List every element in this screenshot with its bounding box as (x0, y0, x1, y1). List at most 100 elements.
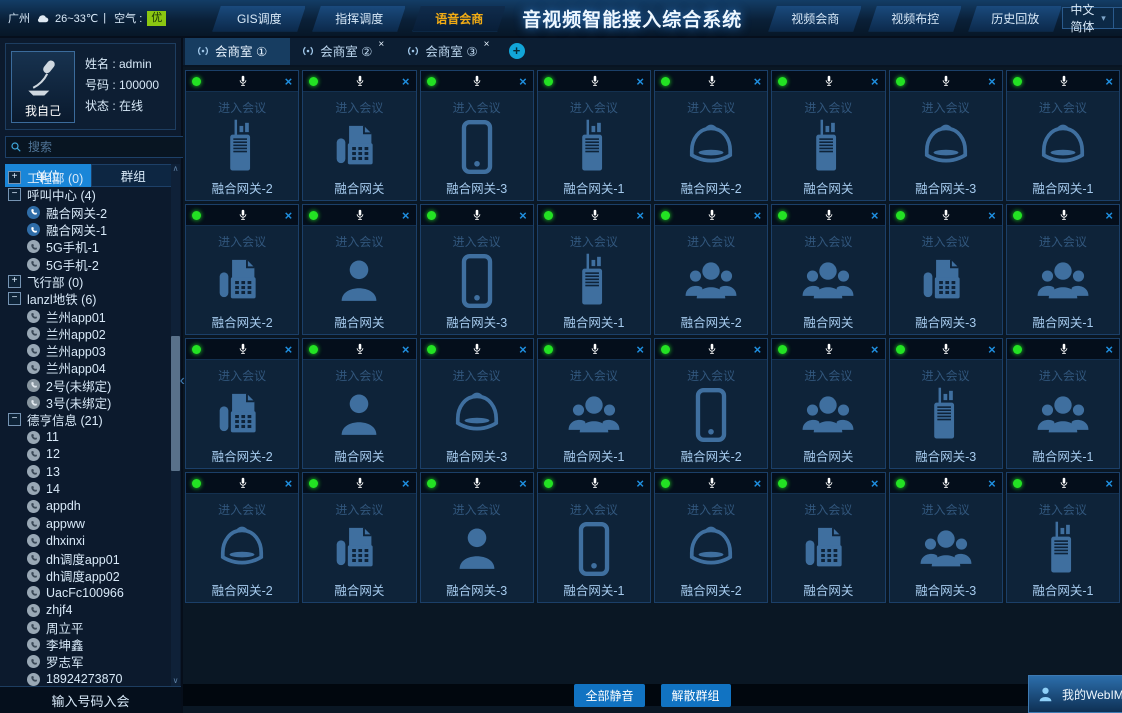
mic-icon[interactable] (589, 343, 601, 355)
enter-meeting-link[interactable]: 进入会议 (772, 501, 884, 518)
close-icon[interactable]: × (871, 75, 879, 88)
tree-item[interactable]: 12 (8, 446, 171, 463)
enter-meeting-link[interactable]: 进入会议 (772, 367, 884, 384)
enter-meeting-link[interactable]: 进入会议 (1007, 99, 1119, 116)
tree-item[interactable]: − lanzl地铁 (6) (8, 290, 171, 307)
enter-meeting-link[interactable]: 进入会议 (186, 99, 298, 116)
tree-item[interactable]: dhxinxi (8, 532, 171, 549)
enter-meeting-link[interactable]: 进入会议 (655, 501, 767, 518)
enter-meeting-link[interactable]: 进入会议 (1007, 367, 1119, 384)
enter-meeting-link[interactable]: 进入会议 (421, 99, 533, 116)
conference-tab[interactable]: 会商室 ③ × (395, 36, 500, 65)
close-icon[interactable]: × (988, 209, 996, 222)
mic-icon[interactable] (706, 209, 718, 221)
enter-meeting-link[interactable]: 进入会议 (303, 233, 415, 250)
close-icon[interactable]: × (519, 477, 527, 490)
close-icon[interactable]: × (285, 477, 293, 490)
tree-item[interactable]: 5G手机-2 (8, 255, 171, 272)
tree-scrollbar-thumb[interactable] (171, 336, 180, 471)
enter-meeting-link[interactable]: 进入会议 (890, 99, 1002, 116)
enter-meeting-link[interactable]: 进入会议 (303, 501, 415, 518)
close-icon[interactable]: × (636, 343, 644, 356)
conference-tab[interactable]: 会商室 ② × (290, 36, 395, 65)
close-icon[interactable]: × (988, 343, 996, 356)
tree-item[interactable]: 兰州app04 (8, 359, 171, 376)
tree-item[interactable]: appww (8, 515, 171, 532)
mic-icon[interactable] (1058, 477, 1070, 489)
mic-icon[interactable] (471, 343, 483, 355)
close-icon[interactable]: × (402, 209, 410, 222)
tree-item[interactable]: 李坤鑫 (8, 636, 171, 653)
close-icon[interactable]: × (1105, 343, 1113, 356)
close-icon[interactable]: × (519, 75, 527, 88)
mic-icon[interactable] (589, 75, 601, 87)
mic-icon[interactable] (1058, 209, 1070, 221)
close-icon[interactable]: × (988, 477, 996, 490)
mic-icon[interactable] (1058, 75, 1070, 87)
tree-item[interactable]: 罗志军 (8, 653, 171, 670)
tree-item[interactable]: 兰州app03 (8, 342, 171, 359)
search-input[interactable] (26, 139, 185, 155)
tab-close-icon[interactable]: × (378, 39, 384, 50)
tree-item[interactable]: − 德亨信息 (21) (8, 411, 171, 428)
close-icon[interactable]: × (636, 477, 644, 490)
mic-icon[interactable] (940, 75, 952, 87)
tree-item[interactable]: 兰州app01 (8, 307, 171, 324)
mic-icon[interactable] (354, 209, 366, 221)
add-room-button[interactable]: + (509, 43, 525, 59)
close-icon[interactable]: × (871, 209, 879, 222)
footer-button[interactable]: 全部静音 (574, 684, 644, 707)
expand-toggle-icon[interactable]: + (8, 171, 21, 184)
enter-meeting-link[interactable]: 进入会议 (772, 233, 884, 250)
mic-icon[interactable] (823, 477, 835, 489)
enter-meeting-link[interactable]: 进入会议 (186, 367, 298, 384)
tree-item[interactable]: UacFc100966 (8, 584, 171, 601)
close-icon[interactable]: × (285, 209, 293, 222)
tree-item[interactable]: − 呼叫中心 (4) (8, 186, 171, 203)
close-icon[interactable]: × (754, 75, 762, 88)
mic-icon[interactable] (823, 75, 835, 87)
expand-toggle-icon[interactable]: − (8, 188, 21, 201)
footer-button[interactable]: 解散群组 (661, 684, 731, 707)
tree-item[interactable]: 13 (8, 463, 171, 480)
enter-meeting-link[interactable]: 进入会议 (655, 233, 767, 250)
enter-meeting-link[interactable]: 进入会议 (890, 501, 1002, 518)
close-icon[interactable]: × (871, 477, 879, 490)
tree-item[interactable]: + 工程部 (0) (8, 169, 171, 186)
enter-number-button[interactable]: 输入号码入会 (0, 686, 181, 713)
enter-meeting-link[interactable]: 进入会议 (186, 233, 298, 250)
close-icon[interactable]: × (402, 343, 410, 356)
mic-icon[interactable] (940, 343, 952, 355)
close-icon[interactable]: × (636, 209, 644, 222)
close-icon[interactable]: × (519, 343, 527, 356)
mic-icon[interactable] (1058, 343, 1070, 355)
mic-icon[interactable] (589, 209, 601, 221)
mic-icon[interactable] (471, 209, 483, 221)
close-icon[interactable]: × (402, 477, 410, 490)
mic-icon[interactable] (354, 343, 366, 355)
enter-meeting-link[interactable]: 进入会议 (303, 367, 415, 384)
sidebar-collapse-icon[interactable]: ‹ (180, 372, 185, 390)
tree-item[interactable]: 兰州app02 (8, 325, 171, 342)
close-icon[interactable]: × (285, 343, 293, 356)
close-icon[interactable]: × (1105, 75, 1113, 88)
close-icon[interactable]: × (636, 75, 644, 88)
mic-icon[interactable] (823, 209, 835, 221)
close-icon[interactable]: × (519, 209, 527, 222)
enter-meeting-link[interactable]: 进入会议 (421, 501, 533, 518)
mic-icon[interactable] (354, 477, 366, 489)
tree-item[interactable]: 18924273870 (8, 671, 171, 686)
tree-item[interactable]: 周立平 (8, 619, 171, 636)
mic-icon[interactable] (237, 477, 249, 489)
enter-meeting-link[interactable]: 进入会议 (1007, 501, 1119, 518)
tree-item[interactable]: 14 (8, 480, 171, 497)
tree-item[interactable]: + 飞行部 (0) (8, 273, 171, 290)
mic-icon[interactable] (471, 75, 483, 87)
enter-meeting-link[interactable]: 进入会议 (538, 367, 650, 384)
tree-item[interactable]: appdh (8, 498, 171, 515)
enter-meeting-link[interactable]: 进入会议 (655, 367, 767, 384)
mic-icon[interactable] (940, 209, 952, 221)
enter-meeting-link[interactable]: 进入会议 (421, 367, 533, 384)
mic-icon[interactable] (354, 75, 366, 87)
enter-meeting-link[interactable]: 进入会议 (421, 233, 533, 250)
